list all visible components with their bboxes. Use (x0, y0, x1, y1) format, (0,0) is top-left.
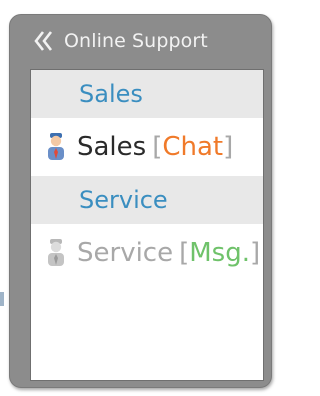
group-header-service: Service (31, 176, 263, 224)
agent-online-icon (45, 132, 67, 162)
agent-offline-icon (45, 238, 67, 268)
agent-name: Service (77, 238, 174, 268)
bracket-close: ] (250, 238, 261, 268)
double-chevron-left-icon[interactable] (32, 28, 58, 54)
online-support-widget: Online Support Sales Sales[Chat] Service (9, 14, 272, 388)
agent-name: Sales (77, 132, 147, 162)
widget-header[interactable]: Online Support (10, 15, 271, 67)
bracket-open: [ (179, 238, 190, 268)
widget-title: Online Support (64, 30, 208, 52)
support-panel: Sales Sales[Chat] Service Service [Msg.… (30, 69, 264, 381)
chat-link[interactable]: Chat (162, 132, 223, 162)
message-link[interactable]: Msg. (189, 238, 250, 268)
agent-row-sales[interactable]: Sales[Chat] (31, 118, 263, 176)
group-header-sales: Sales (31, 70, 263, 118)
page-edge-tab (0, 292, 4, 306)
bracket-close: ] (223, 132, 234, 162)
bracket-open: [ (152, 132, 163, 162)
agent-row-service[interactable]: Service[Msg.] (31, 224, 263, 282)
